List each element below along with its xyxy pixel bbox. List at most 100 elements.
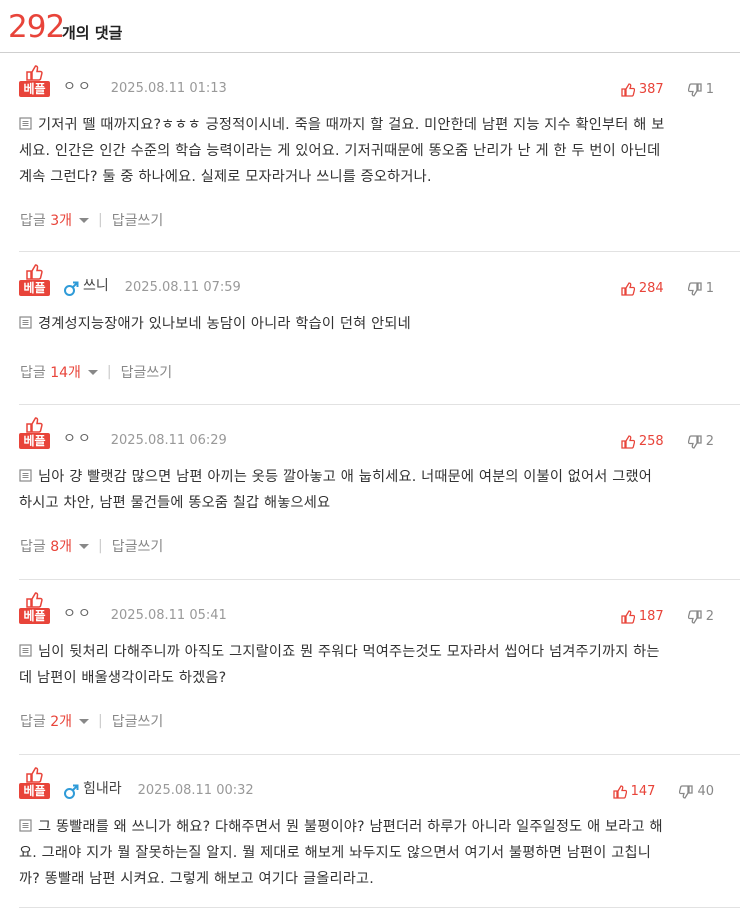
reply-count: 3개: [50, 213, 73, 229]
comments-header: 292 개의 댓글: [0, 0, 740, 53]
upvote-count: 258: [638, 434, 664, 449]
comment-author: 쓰니 2025.08.11 07:59: [63, 264, 241, 297]
thumbs-up-icon: [26, 767, 43, 783]
upvote-button[interactable]: 187: [621, 609, 664, 624]
upvote-button[interactable]: 387: [621, 82, 664, 97]
thumbs-up-icon: [26, 592, 43, 608]
comment-item: 베플 ㅇㅇ 2025.08.11 05:41 187 2 님이 뒷처리 다해주니…: [19, 592, 740, 755]
downvote-count: 40: [697, 784, 714, 799]
vote-bar: 258 2: [621, 434, 714, 449]
write-reply-button[interactable]: 답글쓰기: [112, 536, 164, 556]
comment-line: 님이 뒷처리 다해주니까 아직도 그지랄이죠 뭔 주워다 먹여주는것도 모자라서…: [19, 639, 740, 665]
reply-toggle[interactable]: 답글 3개: [20, 210, 72, 230]
best-label: 베플: [19, 81, 50, 97]
downvote-count: 1: [705, 281, 714, 296]
upvote-count: 147: [630, 784, 656, 799]
write-reply-button[interactable]: 답글쓰기: [112, 711, 164, 731]
comment-actions: 답글 3개 | 답글쓰기: [20, 210, 163, 230]
comment-line: 님아 걍 빨랫감 많으면 남편 아끼는 옷등 깔아놓고 애 눕히세요. 너때문에…: [19, 464, 740, 490]
comment-body: 그 똥빨래를 왜 쓰니가 해요? 다해주면서 뭔 불평이야? 남편더러 하루가 …: [19, 814, 740, 892]
comment-line: 경계성지능장애가 있나보네 농담이 아니라 학습이 던혀 안되네: [19, 311, 740, 337]
downvote-count: 2: [705, 609, 714, 624]
reply-toggle[interactable]: 답글 2개: [20, 711, 72, 731]
downvote-button[interactable]: 2: [687, 609, 714, 624]
upvote-button[interactable]: 284: [621, 281, 664, 296]
document-icon: [19, 117, 32, 130]
chevron-down-icon[interactable]: [79, 217, 90, 223]
best-label: 베플: [19, 608, 50, 624]
male-icon: [64, 281, 79, 296]
best-badge: 베플: [19, 65, 50, 98]
divider: |: [98, 713, 103, 729]
comment-date: 2025.08.11 07:59: [124, 280, 241, 295]
comment-date: 2025.08.11 01:13: [110, 81, 227, 96]
best-badge: 베플: [19, 592, 50, 625]
upvote-count: 284: [638, 281, 664, 296]
comment-count: 292: [8, 9, 65, 45]
write-reply-button[interactable]: 답글쓰기: [121, 362, 173, 382]
comment-author: ㅇㅇ 2025.08.11 06:29: [63, 417, 227, 450]
chevron-down-icon[interactable]: [87, 369, 98, 375]
document-icon: [19, 469, 32, 482]
comment-author: ㅇㅇ 2025.08.11 01:13: [63, 65, 227, 98]
comment-body: 경계성지능장애가 있나보네 농담이 아니라 학습이 던혀 안되네: [19, 311, 740, 337]
best-badge: 베플: [19, 417, 50, 450]
upvote-count: 387: [638, 82, 664, 97]
comment-author: ㅇㅇ 2025.08.11 05:41: [63, 592, 227, 625]
document-icon: [19, 819, 32, 832]
comment-item: 베플 쓰니 2025.08.11 07:59 284 1 경계성지능장애가 있나…: [19, 264, 740, 405]
vote-bar: 187 2: [621, 609, 714, 624]
upvote-button[interactable]: 258: [621, 434, 664, 449]
comment-line: 요. 그래야 지가 뭘 잘못하는질 알지. 뭘 제대로 해보게 놔두지도 않으면…: [19, 845, 651, 861]
divider: |: [106, 364, 112, 380]
comment-line: 기저귀 뗄 때까지요?ㅎㅎㅎ 긍정적이시네. 죽을 때까지 할 걸요. 미안한데…: [19, 112, 740, 138]
comment-actions: 답글 8개 | 답글쓰기: [20, 536, 163, 556]
downvote-button[interactable]: 1: [687, 281, 714, 296]
reply-toggle[interactable]: 답글 14개: [20, 362, 81, 382]
author-name[interactable]: ㅇㅇ: [63, 76, 93, 98]
downvote-count: 2: [705, 434, 714, 449]
comment-body: 님아 걍 빨랫감 많으면 남편 아끼는 옷등 깔아놓고 애 눕히세요. 너때문에…: [19, 464, 740, 516]
write-reply-button[interactable]: 답글쓰기: [112, 210, 164, 230]
comment-line: 데 남편이 배울생각이라도 하겠음?: [19, 670, 227, 686]
comment-line: 그 똥빨래를 왜 쓰니가 해요? 다해주면서 뭔 불평이야? 남편더러 하루가 …: [19, 814, 740, 840]
reply-toggle[interactable]: 답글 8개: [20, 536, 72, 556]
comment-date: 2025.08.11 06:29: [110, 433, 227, 448]
thumbs-up-icon: [26, 417, 43, 433]
comment-body: 기저귀 뗄 때까지요?ㅎㅎㅎ 긍정적이시네. 죽을 때까지 할 걸요. 미안한데…: [19, 112, 740, 190]
comment-author: 힘내라 2025.08.11 00:32: [63, 767, 254, 800]
author-name[interactable]: ㅇㅇ: [63, 603, 93, 625]
thumbs-up-icon: [26, 65, 43, 81]
author-name[interactable]: 쓰니: [83, 275, 109, 297]
best-label: 베플: [19, 280, 50, 296]
comment-item: 베플 힘내라 2025.08.11 00:32 147 40 그 똥빨래를 왜 …: [19, 767, 740, 908]
author-name[interactable]: 힘내라: [83, 778, 122, 800]
vote-bar: 147 40: [612, 784, 714, 799]
best-label: 베플: [19, 433, 50, 449]
upvote-count: 187: [638, 609, 664, 624]
best-label: 베플: [19, 783, 50, 799]
reply-count: 8개: [50, 539, 73, 555]
male-icon: [64, 784, 79, 799]
comment-list: 베플 ㅇㅇ 2025.08.11 01:13 387 1 기저귀 뗄 때까지요?…: [0, 65, 740, 908]
comment-line: 하시고 차안, 남편 물건들에 똥오줌 칠갑 해놓으세요: [19, 495, 331, 511]
comment-item: 베플 ㅇㅇ 2025.08.11 06:29 258 2 님아 걍 빨랫감 많으…: [19, 417, 740, 580]
author-name[interactable]: ㅇㅇ: [63, 428, 93, 450]
downvote-button[interactable]: 40: [679, 784, 714, 799]
chevron-down-icon[interactable]: [79, 718, 90, 724]
downvote-button[interactable]: 1: [687, 82, 714, 97]
divider: |: [98, 538, 103, 554]
chevron-down-icon[interactable]: [79, 543, 90, 549]
best-badge: 베플: [19, 767, 50, 800]
reply-count: 2개: [50, 714, 73, 730]
comment-date: 2025.08.11 00:32: [137, 783, 254, 798]
vote-bar: 387 1: [621, 82, 714, 97]
downvote-button[interactable]: 2: [687, 434, 714, 449]
upvote-button[interactable]: 147: [612, 784, 656, 799]
comment-item: 베플 ㅇㅇ 2025.08.11 01:13 387 1 기저귀 뗄 때까지요?…: [19, 65, 740, 252]
comment-actions: 답글 2개 | 답글쓰기: [20, 711, 163, 731]
comment-line: 계속 그런다? 둘 중 하나에요. 실제로 모자라거나 쓰니를 증오하거나.: [19, 169, 432, 185]
document-icon: [19, 316, 32, 329]
comment-count-label: 개의 댓글: [62, 24, 123, 42]
reply-count: 14개: [50, 365, 81, 381]
